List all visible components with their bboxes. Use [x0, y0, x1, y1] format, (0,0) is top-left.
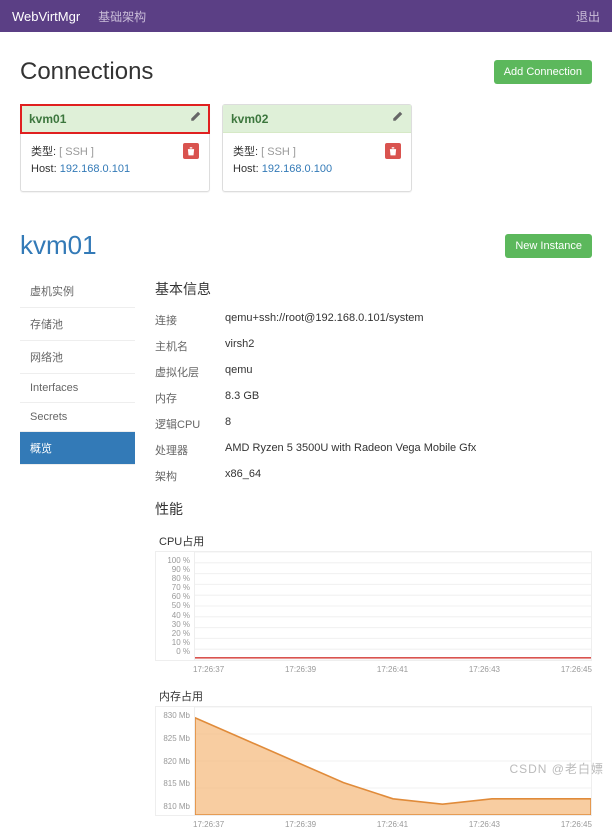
info-key: 内存: [155, 390, 225, 406]
sidebar-item[interactable]: 存储池: [20, 308, 135, 341]
brand[interactable]: WebVirtMgr: [12, 9, 80, 24]
info-key: 主机名: [155, 338, 225, 354]
type-label: 类型:: [31, 146, 59, 158]
info-value: qemu+ssh://root@192.168.0.101/system: [225, 312, 424, 328]
info-row: 逻辑CPU8: [155, 411, 592, 437]
card-header[interactable]: kvm01: [21, 105, 209, 133]
host-name[interactable]: kvm01: [20, 230, 505, 261]
chart: CPU占用 100 %90 %80 %70 %60 %50 %40 %30 %20…: [155, 533, 592, 674]
edit-icon[interactable]: [189, 111, 201, 126]
connections-header: Connections Add Connection: [20, 58, 592, 86]
info-value: x86_64: [225, 468, 261, 484]
connection-cards: kvm01 类型: [ SSH ] Host: 192.168.0.101 kv…: [20, 104, 592, 192]
edit-icon[interactable]: [391, 111, 403, 126]
connection-name: kvm01: [29, 112, 189, 126]
plot-area: [194, 552, 591, 660]
info-value: AMD Ryzen 5 3500U with Radeon Vega Mobil…: [225, 442, 476, 458]
type-value: [ SSH ]: [261, 146, 296, 158]
info-row: 处理器AMD Ryzen 5 3500U with Radeon Vega Mo…: [155, 437, 592, 463]
sidebar-item[interactable]: Interfaces: [20, 374, 135, 403]
type-label: 类型:: [233, 146, 261, 158]
sidebar: 虚机实例存储池网络池InterfacesSecrets概览: [20, 275, 135, 829]
sidebar-item[interactable]: 概览: [20, 432, 135, 465]
info-key: 处理器: [155, 442, 225, 458]
info-row: 连接qemu+ssh://root@192.168.0.101/system: [155, 307, 592, 333]
host-value[interactable]: 192.168.0.100: [262, 163, 332, 175]
host-value[interactable]: 192.168.0.101: [60, 163, 130, 175]
nav-link-infra[interactable]: 基础架构: [98, 8, 146, 25]
page-title: Connections: [20, 58, 494, 86]
main-panel: 基本信息 连接qemu+ssh://root@192.168.0.101/sys…: [155, 275, 592, 829]
chart-title: 内存占用: [155, 688, 592, 704]
sidebar-item[interactable]: 虚机实例: [20, 275, 135, 308]
info-value: 8: [225, 416, 231, 432]
info-row: 架构x86_64: [155, 463, 592, 489]
info-key: 逻辑CPU: [155, 416, 225, 432]
info-value: 8.3 GB: [225, 390, 259, 406]
connection-name: kvm02: [231, 112, 391, 126]
connection-card: kvm01 类型: [ SSH ] Host: 192.168.0.101: [20, 104, 210, 192]
add-connection-button[interactable]: Add Connection: [494, 60, 592, 84]
info-key: 虚拟化层: [155, 364, 225, 380]
y-axis: 830 Mb825 Mb820 Mb815 Mb810 Mb: [156, 707, 194, 815]
x-axis: 17:26:3717:26:3917:26:4117:26:4317:26:45: [155, 818, 592, 829]
info-row: 主机名virsh2: [155, 333, 592, 359]
nav-link-logout[interactable]: 退出: [576, 8, 600, 25]
info-row: 内存8.3 GB: [155, 385, 592, 411]
sidebar-item[interactable]: 网络池: [20, 341, 135, 374]
host-label: Host:: [233, 163, 262, 175]
card-header[interactable]: kvm02: [223, 105, 411, 133]
info-row: 虚拟化层qemu: [155, 359, 592, 385]
x-axis: 17:26:3717:26:3917:26:4117:26:4317:26:45: [155, 663, 592, 674]
sidebar-item[interactable]: Secrets: [20, 403, 135, 432]
info-table: 连接qemu+ssh://root@192.168.0.101/system主机…: [155, 307, 592, 489]
chart-title: CPU占用: [155, 533, 592, 549]
watermark: CSDN @老白嫖: [509, 760, 604, 777]
info-key: 连接: [155, 312, 225, 328]
y-axis: 100 %90 %80 %70 %60 %50 %40 %30 %20 %10 …: [156, 552, 194, 660]
charts-container: CPU占用 100 %90 %80 %70 %60 %50 %40 %30 %20…: [155, 533, 592, 829]
info-value: virsh2: [225, 338, 254, 354]
chart: 内存占用 830 Mb825 Mb820 Mb815 Mb810 Mb 17:26…: [155, 688, 592, 829]
info-value: qemu: [225, 364, 253, 380]
basic-info-title: 基本信息: [155, 279, 592, 299]
delete-icon[interactable]: [385, 143, 401, 159]
host-label: Host:: [31, 163, 60, 175]
host-header: kvm01 New Instance: [20, 230, 592, 261]
type-value: [ SSH ]: [59, 146, 94, 158]
new-instance-button[interactable]: New Instance: [505, 234, 592, 258]
delete-icon[interactable]: [183, 143, 199, 159]
info-key: 架构: [155, 468, 225, 484]
navbar: WebVirtMgr 基础架构 退出: [0, 0, 612, 32]
connection-card: kvm02 类型: [ SSH ] Host: 192.168.0.100: [222, 104, 412, 192]
perf-title: 性能: [155, 499, 592, 519]
